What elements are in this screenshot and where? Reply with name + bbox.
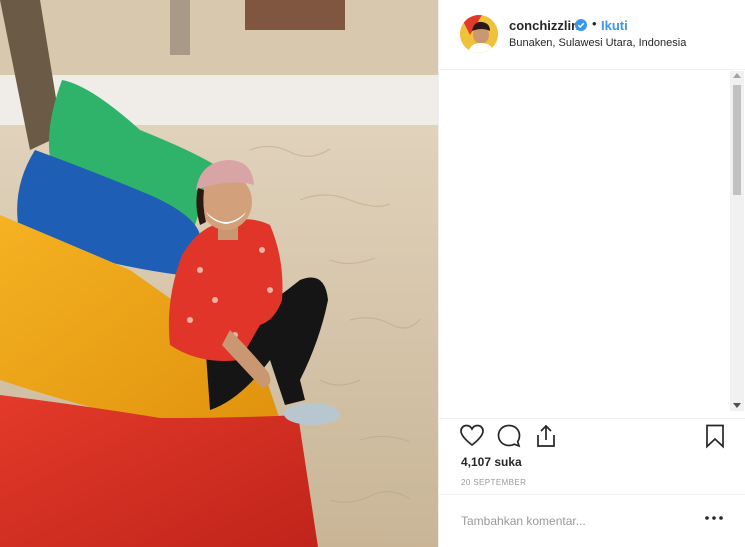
comment-bubble-icon[interactable] — [496, 423, 522, 449]
location-link[interactable]: Bunaken, Sulawesi Utara, Indonesia — [509, 37, 686, 49]
scroll-down-arrow-icon[interactable] — [733, 403, 741, 408]
user-avatar[interactable] — [460, 15, 498, 53]
username-link[interactable]: conchizzlin — [509, 18, 579, 33]
like-count[interactable]: 4,107 suka — [461, 455, 522, 469]
heart-icon[interactable] — [459, 423, 485, 449]
verified-badge-icon — [575, 19, 587, 31]
bookmark-icon[interactable] — [702, 423, 728, 449]
post-photo[interactable] — [0, 0, 438, 547]
ellipsis-icon[interactable] — [703, 510, 725, 526]
action-bar — [439, 418, 745, 454]
comments-scrollbar[interactable] — [730, 71, 744, 411]
scroll-up-arrow-icon[interactable] — [733, 73, 741, 78]
post-date[interactable]: 20 SEPTEMBER — [461, 478, 526, 487]
comment-form — [439, 494, 745, 547]
comment-input[interactable] — [461, 512, 681, 530]
scrollbar-thumb[interactable] — [733, 85, 741, 195]
separator-dot: • — [592, 16, 597, 31]
beach-photo-illustration — [0, 0, 438, 547]
post-header: conchizzlin • Ikuti Bunaken, Sulawesi Ut… — [439, 0, 745, 70]
avatar-image — [460, 15, 498, 53]
post-details-panel: conchizzlin • Ikuti Bunaken, Sulawesi Ut… — [438, 0, 745, 547]
comments-area — [439, 71, 745, 411]
follow-button[interactable]: Ikuti — [601, 18, 628, 33]
share-upload-icon[interactable] — [533, 423, 559, 449]
